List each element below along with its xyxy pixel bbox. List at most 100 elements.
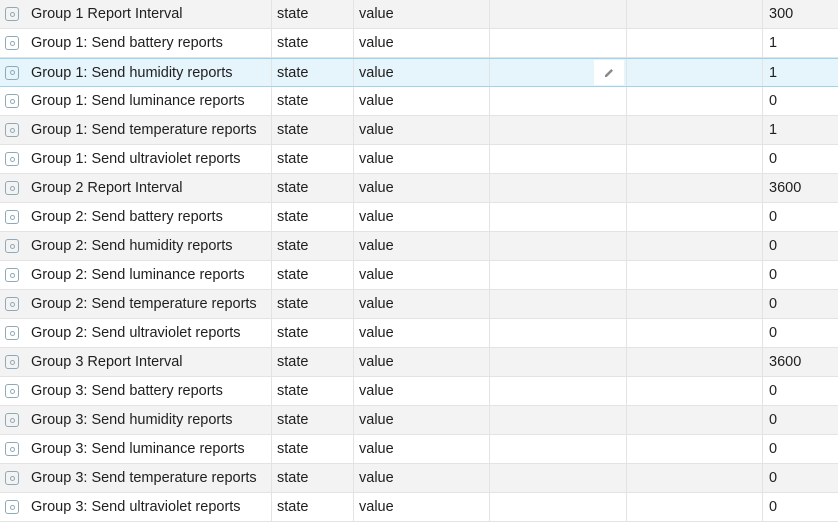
empty-cell (627, 116, 763, 144)
object-name: Group 2: Send ultraviolet reports (31, 325, 241, 341)
role-cell: value (354, 261, 490, 289)
object-type: state (277, 122, 309, 138)
object-type: state (277, 238, 309, 254)
table-row[interactable]: Group 2: Send humidity reports state value… (0, 232, 838, 261)
table-row[interactable]: Group 1: Send luminance reports state valu… (0, 87, 838, 116)
object-role: value (359, 180, 394, 196)
value-cell[interactable]: 0 (763, 145, 838, 173)
object-type: state (277, 64, 309, 81)
empty-cell (627, 406, 763, 434)
role-cell: value (354, 174, 490, 202)
name-cell[interactable]: Group 2: Send humidity reports (0, 232, 272, 260)
empty-cell (627, 290, 763, 318)
object-type: state (277, 354, 309, 370)
value-cell[interactable]: 0 (763, 319, 838, 347)
table-row[interactable]: Group 1: Send temperature reports state va… (0, 116, 838, 145)
role-cell: value (354, 87, 490, 115)
empty-cell (627, 203, 763, 231)
name-cell[interactable]: Group 1: Send humidity reports (0, 59, 272, 86)
name-cell[interactable]: Group 2: Send luminance reports (0, 261, 272, 289)
type-cell: state (272, 29, 354, 57)
name-cell[interactable]: Group 2: Send ultraviolet reports (0, 319, 272, 347)
object-role: value (359, 93, 394, 109)
name-cell[interactable]: Group 2 Report Interval (0, 174, 272, 202)
table-row[interactable]: Group 1: Send ultraviolet reports state va… (0, 145, 838, 174)
object-type: state (277, 35, 309, 51)
state-object-icon (5, 181, 19, 195)
name-cell[interactable]: Group 1 Report Interval (0, 0, 272, 28)
value-cell[interactable]: 0 (763, 232, 838, 260)
pencil-edit-icon[interactable] (594, 60, 624, 85)
value-cell[interactable]: 0 (763, 87, 838, 115)
object-value: 0 (769, 499, 778, 515)
value-cell[interactable]: 0 (763, 203, 838, 231)
value-cell[interactable]: 3600 (763, 348, 838, 376)
object-value: 0 (769, 151, 778, 167)
name-cell[interactable]: Group 3 Report Interval (0, 348, 272, 376)
name-cell[interactable]: Group 3: Send ultraviolet reports (0, 493, 272, 521)
name-cell[interactable]: Group 3: Send luminance reports (0, 435, 272, 463)
object-name: Group 3 Report Interval (31, 354, 183, 370)
type-cell: state (272, 116, 354, 144)
table-row[interactable]: Group 1: Send battery reports state value 1 (0, 29, 838, 58)
state-object-icon (5, 94, 19, 108)
empty-cell (627, 348, 763, 376)
name-cell[interactable]: Group 1: Send luminance reports (0, 87, 272, 115)
role-cell: value (354, 319, 490, 347)
value-cell[interactable]: 0 (763, 290, 838, 318)
empty-cell (627, 174, 763, 202)
object-value: 3600 (769, 354, 802, 370)
value-cell[interactable]: 1 (763, 116, 838, 144)
state-object-icon (5, 500, 19, 514)
table-row[interactable]: Group 3: Send luminance reports state valu… (0, 435, 838, 464)
name-cell[interactable]: Group 1: Send ultraviolet reports (0, 145, 272, 173)
table-row[interactable]: Group 2 Report Interval state value 3600 (0, 174, 838, 203)
object-role: value (359, 383, 394, 399)
table-row[interactable]: Group 3 Report Interval state value 3600 (0, 348, 838, 377)
name-cell[interactable]: Group 1: Send temperature reports (0, 116, 272, 144)
value-cell[interactable]: 0 (763, 435, 838, 463)
type-cell: state (272, 435, 354, 463)
empty-cell (490, 435, 627, 463)
object-type: state (277, 209, 309, 225)
value-cell[interactable]: 0 (763, 406, 838, 434)
table-row[interactable]: Group 1 Report Interval state value 300 (0, 0, 838, 29)
type-cell: state (272, 493, 354, 521)
object-role: value (359, 151, 394, 167)
value-cell[interactable]: 3600 (763, 174, 838, 202)
name-cell[interactable]: Group 2: Send temperature reports (0, 290, 272, 318)
type-cell: state (272, 232, 354, 260)
state-object-icon (5, 442, 19, 456)
empty-cell (490, 261, 627, 289)
table-row[interactable]: Group 2: Send temperature reports state va… (0, 290, 838, 319)
object-name: Group 1: Send humidity reports (31, 64, 233, 81)
value-cell[interactable]: 300 (763, 0, 838, 28)
type-cell: state (272, 87, 354, 115)
table-row[interactable]: Group 3: Send ultraviolet reports state va… (0, 493, 838, 522)
role-cell: value (354, 348, 490, 376)
object-value: 0 (769, 325, 778, 341)
table-row[interactable]: Group 3: Send humidity reports state value… (0, 406, 838, 435)
table-row[interactable]: Group 2: Send luminance reports state valu… (0, 261, 838, 290)
empty-cell (490, 29, 627, 57)
value-cell[interactable]: 0 (763, 464, 838, 492)
table-row[interactable]: Group 2: Send ultraviolet reports state va… (0, 319, 838, 348)
table-row[interactable]: Group 3: Send battery reports state value 0 (0, 377, 838, 406)
table-row[interactable]: Group 2: Send battery reports state value 0 (0, 203, 838, 232)
name-cell[interactable]: Group 2: Send battery reports (0, 203, 272, 231)
table-row[interactable]: Group 1: Send humidity reports state value… (0, 58, 838, 87)
name-cell[interactable]: Group 1: Send battery reports (0, 29, 272, 57)
empty-cell (490, 87, 627, 115)
object-value: 3600 (769, 180, 802, 196)
value-cell[interactable]: 0 (763, 493, 838, 521)
value-cell[interactable]: 0 (763, 261, 838, 289)
name-cell[interactable]: Group 3: Send humidity reports (0, 406, 272, 434)
value-cell[interactable]: 1 (763, 29, 838, 57)
value-cell[interactable]: 0 (763, 377, 838, 405)
value-cell[interactable]: 1 (763, 59, 838, 86)
name-cell[interactable]: Group 3: Send battery reports (0, 377, 272, 405)
role-cell: value (354, 59, 490, 86)
table-row[interactable]: Group 3: Send temperature reports state va… (0, 464, 838, 493)
name-cell[interactable]: Group 3: Send temperature reports (0, 464, 272, 492)
empty-cell (627, 59, 763, 86)
